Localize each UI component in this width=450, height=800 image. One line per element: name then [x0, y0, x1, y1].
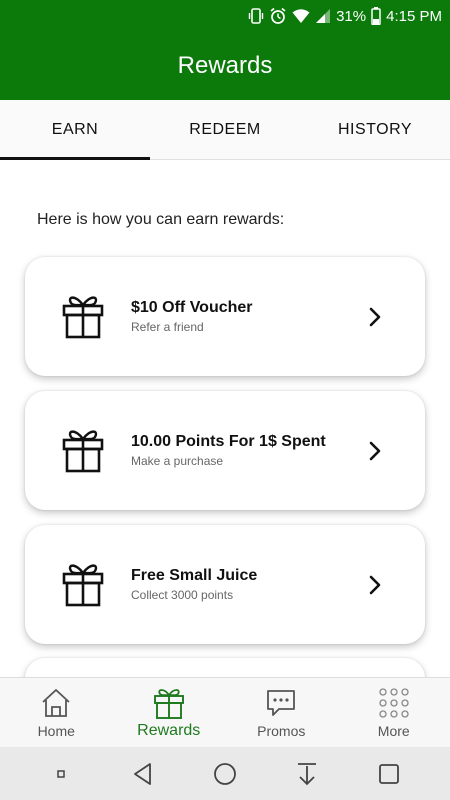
- tab-history[interactable]: HISTORY: [300, 100, 450, 159]
- gift-icon: [62, 564, 104, 607]
- card-title: 10.00 Points For 1$ Spent: [131, 433, 326, 450]
- overview-square-icon[interactable]: [376, 761, 402, 787]
- tab-bar: EARN REDEEM HISTORY: [0, 100, 450, 160]
- clock: 4:15 PM: [386, 7, 442, 25]
- grid-icon: [379, 688, 409, 718]
- recents-dot-icon[interactable]: [48, 761, 74, 787]
- chevron-right-icon: [369, 307, 381, 327]
- reward-card-points[interactable]: 10.00 Points For 1$ Spent Make a purchas…: [25, 391, 425, 510]
- signal-icon: [315, 8, 331, 24]
- nav-label: More: [377, 723, 410, 739]
- card-title: Free Small Juice: [131, 567, 258, 584]
- back-icon[interactable]: [130, 761, 156, 787]
- card-subtitle: Make a purchase: [131, 454, 224, 468]
- status-bar: 31% 4:15 PM: [0, 0, 450, 32]
- nav-promos[interactable]: Promos: [225, 678, 338, 747]
- nav-home[interactable]: Home: [0, 678, 113, 747]
- nav-label: Home: [37, 723, 75, 739]
- tab-earn[interactable]: EARN: [0, 100, 150, 160]
- app-bar: Rewards: [0, 32, 450, 100]
- page-title: Rewards: [177, 52, 273, 79]
- wifi-icon: [292, 8, 310, 24]
- battery-percent: 31%: [336, 7, 367, 25]
- chevron-right-icon: [369, 575, 381, 595]
- card-title: $10 Off Voucher: [131, 299, 253, 316]
- card-subtitle: Refer a friend: [131, 320, 204, 334]
- alarm-icon: [269, 7, 287, 25]
- system-nav-bar: [0, 747, 450, 800]
- home-circle-icon[interactable]: [212, 761, 238, 787]
- gift-icon: [62, 430, 104, 473]
- reward-card-partial[interactable]: [25, 658, 425, 677]
- intro-text: Here is how you can earn rewards:: [37, 211, 285, 228]
- download-icon[interactable]: [294, 761, 320, 787]
- gift-icon: [62, 296, 104, 339]
- gift-icon: [153, 689, 184, 719]
- earn-content[interactable]: Here is how you can earn rewards: $10 Of…: [0, 161, 450, 677]
- nav-more[interactable]: More: [338, 678, 450, 747]
- reward-card-voucher[interactable]: $10 Off Voucher Refer a friend: [25, 257, 425, 376]
- nav-label: Rewards: [137, 722, 201, 739]
- vibrate-icon: [248, 8, 264, 24]
- battery-icon: [371, 7, 381, 25]
- reward-card-juice[interactable]: Free Small Juice Collect 3000 points: [25, 525, 425, 644]
- bottom-nav: Home Rewards Promos More: [0, 677, 450, 747]
- chevron-right-icon: [369, 441, 381, 461]
- card-subtitle: Collect 3000 points: [131, 588, 234, 602]
- tab-redeem[interactable]: REDEEM: [150, 100, 300, 159]
- nav-label: Promos: [257, 723, 306, 739]
- home-icon: [42, 689, 70, 717]
- message-icon: [267, 690, 296, 716]
- nav-rewards[interactable]: Rewards: [113, 678, 226, 747]
